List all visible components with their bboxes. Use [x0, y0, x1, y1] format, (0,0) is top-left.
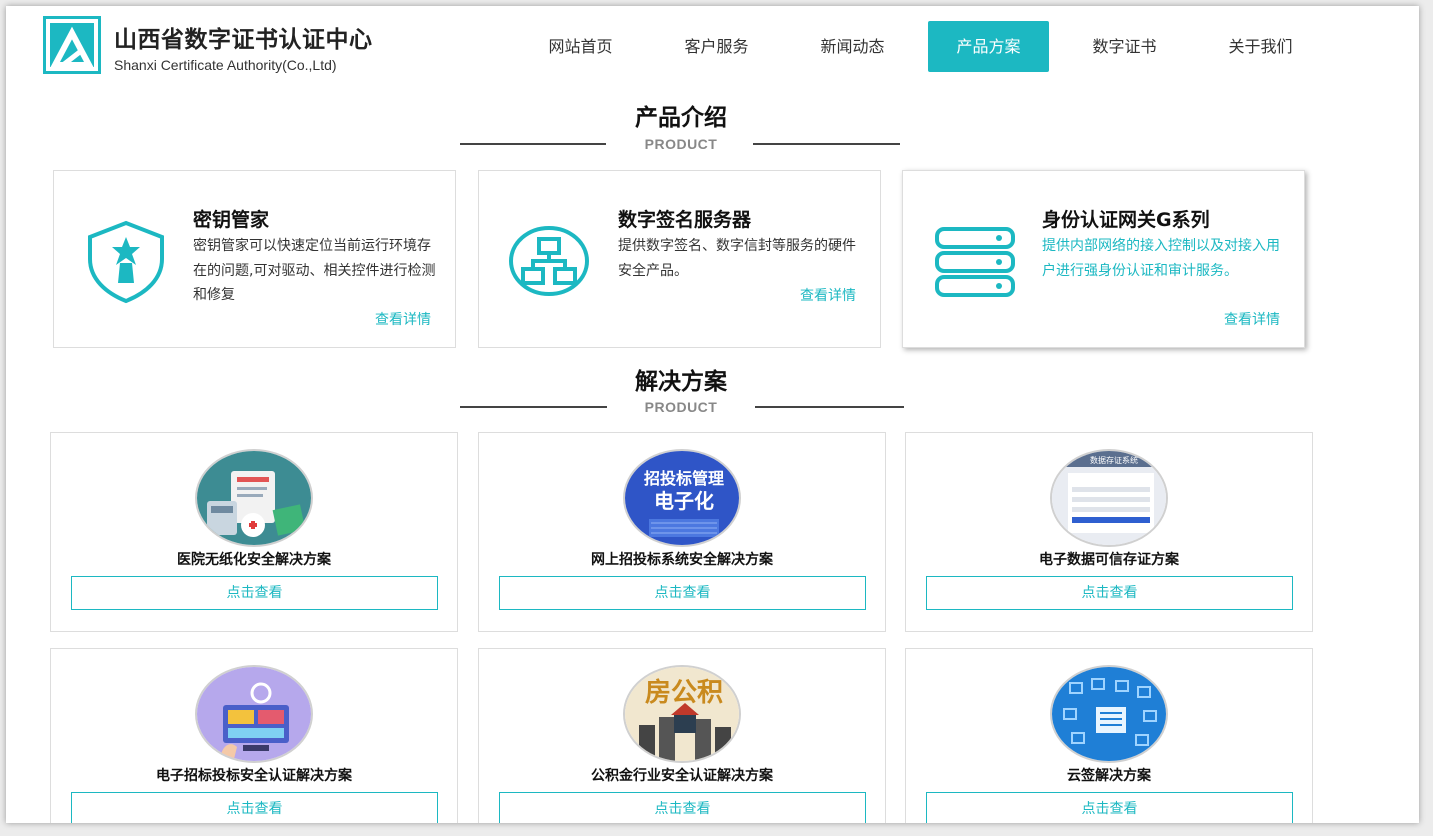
nav-digital-certificate[interactable]: 数字证书 [1064, 21, 1185, 72]
nav-products[interactable]: 产品方案 [928, 21, 1049, 72]
nav-customer-service[interactable]: 客户服务 [656, 21, 777, 72]
nav-home[interactable]: 网站首页 [520, 21, 641, 72]
solution-title: 网上招投标系统安全解决方案 [591, 552, 773, 568]
view-button[interactable]: 点击查看 [926, 792, 1293, 823]
image-text-data-evidence-system: 数据存证系统 [1090, 455, 1138, 465]
bidding-solution-image: 招投标管理 电子化 [623, 449, 741, 547]
solution-card-bidding: 招投标管理 电子化 网上招投标系统安全解决方案 点击查看 [478, 432, 886, 632]
image-text-electronic: 电子化 [654, 489, 714, 513]
solutions-section-subtitle: PRODUCT [644, 399, 718, 415]
solution-card-housing-fund: 房公积 公积金行业安全认证解决方案 点击查看 [478, 648, 886, 823]
view-details-link[interactable]: 查看详情 [375, 309, 431, 329]
view-details-link[interactable]: 查看详情 [800, 285, 856, 305]
product-title: 身份认证网关G系列 [1042, 209, 1210, 231]
solution-card-hospital: 医院无纸化安全解决方案 点击查看 [50, 432, 458, 632]
main-nav: 网站首页 客户服务 新闻动态 产品方案 数字证书 关于我们 [520, 21, 1336, 72]
data-evidence-solution-image: 数据存证系统 [1050, 449, 1168, 547]
solution-title: 医院无纸化安全解决方案 [177, 552, 331, 568]
solution-card-e-tender: 电子招标投标安全认证解决方案 点击查看 [50, 648, 458, 823]
view-button[interactable]: 点击查看 [499, 576, 866, 610]
network-server-icon [501, 217, 601, 307]
page-frame: 山西省数字证书认证中心 Shanxi Certificate Authority… [6, 6, 1419, 823]
product-card-key-manager: 密钥管家 密钥管家可以快速定位当前运行环境存在的问题,可对驱动、相关控件进行检测… [53, 170, 456, 348]
shield-icon [76, 217, 176, 307]
product-card-signature-server: 数字签名服务器 提供数字签名、数字信封等服务的硬件安全产品。 查看详情 [478, 170, 881, 348]
nav-about-us[interactable]: 关于我们 [1200, 21, 1321, 72]
solutions-divider-right [755, 406, 904, 408]
product-title: 密钥管家 [193, 209, 270, 231]
solution-title: 云签解决方案 [1067, 768, 1151, 784]
hospital-solution-image [195, 449, 313, 547]
product-title: 数字签名服务器 [618, 209, 752, 231]
image-text-housing-fund: 房公积 [645, 678, 723, 708]
brand-name-cn: 山西省数字证书认证中心 [114, 27, 373, 53]
solution-card-data-evidence: 数据存证系统 电子数据可信存证方案 点击查看 [905, 432, 1313, 632]
product-description: 提供内部网络的接入控制以及对接入用户进行强身份认证和审计服务。 [1042, 238, 1280, 279]
view-details-link[interactable]: 查看详情 [1224, 309, 1280, 329]
products-divider-right [753, 143, 900, 145]
server-rack-icon [925, 217, 1025, 307]
products-section-title: 产品介绍 [635, 105, 727, 131]
nav-news[interactable]: 新闻动态 [792, 21, 913, 72]
housing-fund-solution-image: 房公积 [623, 665, 741, 763]
product-card-identity-gateway: 身份认证网关G系列 提供内部网络的接入控制以及对接入用户进行强身份认证和审计服务… [902, 170, 1305, 348]
products-section-subtitle: PRODUCT [644, 136, 718, 152]
view-button[interactable]: 点击查看 [71, 792, 438, 823]
solutions-section-title: 解决方案 [635, 369, 727, 395]
view-button[interactable]: 点击查看 [499, 792, 866, 823]
solution-title: 电子数据可信存证方案 [1039, 552, 1179, 568]
view-button[interactable]: 点击查看 [926, 576, 1293, 610]
e-tender-solution-image [195, 665, 313, 763]
solution-title: 电子招标投标安全认证解决方案 [156, 768, 352, 784]
solution-title: 公积金行业安全认证解决方案 [591, 768, 773, 784]
view-button[interactable]: 点击查看 [71, 576, 438, 610]
image-text-bidding-management: 招投标管理 [644, 469, 724, 488]
brand-name-en: Shanxi Certificate Authority(Co.,Ltd) [114, 57, 337, 73]
product-description: 提供数字签名、数字信封等服务的硬件安全产品。 [618, 238, 856, 279]
logo-icon[interactable] [43, 16, 101, 74]
solution-card-cloud-sign: 云签解决方案 点击查看 [905, 648, 1313, 823]
product-description: 密钥管家可以快速定位当前运行环境存在的问题,可对驱动、相关控件进行检测和修复 [193, 238, 436, 303]
cloud-sign-solution-image [1050, 665, 1168, 763]
